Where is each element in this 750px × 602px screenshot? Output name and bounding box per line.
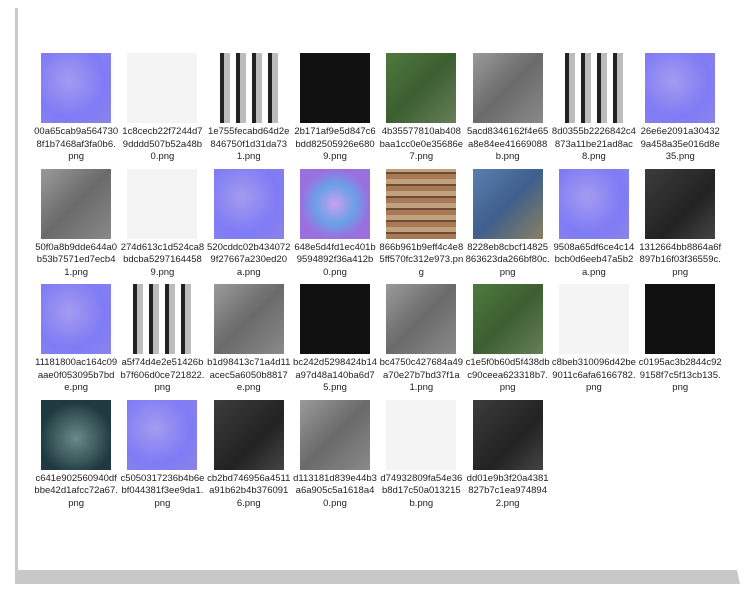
file-name-label: cb2bd746956a4511a91b62b4b3760916.png xyxy=(207,472,291,509)
file-item[interactable]: d74932809fa54e36b8d17c50a013215b.png xyxy=(378,399,464,515)
file-thumbnail[interactable] xyxy=(645,168,716,239)
file-thumbnail[interactable] xyxy=(213,53,284,123)
file-thumbnail[interactable] xyxy=(213,399,284,470)
file-name-label: c1e5f0b60d5f438dbc90ceea623318b7.png xyxy=(465,357,550,393)
file-thumbnail[interactable] xyxy=(300,53,371,123)
file-name-label: c641e902560940dfbbe42d1afcc72a67.png xyxy=(34,472,118,509)
file-thumbnail[interactable] xyxy=(127,168,198,239)
file-item[interactable]: bc4750c427684a49a70e27b7bd37f1a1.png xyxy=(378,283,464,399)
window: 00a65cab9a5647308f1b7468af3fa0b6.png 1c8c… xyxy=(0,0,750,602)
file-name-label: bc4750c427684a49a70e27b7bd37f1a1.png xyxy=(379,357,464,393)
file-item[interactable]: 4b35577810ab408baa1cc0e0e35686e7.png xyxy=(378,52,464,168)
file-item[interactable]: 520cddc02b4340729f27667a230ed20a.png xyxy=(206,168,292,284)
file-thumbnail[interactable] xyxy=(127,53,198,123)
file-thumbnail[interactable] xyxy=(645,284,716,354)
file-name-label: 00a65cab9a5647308f1b7468af3fa0b6.png xyxy=(34,126,119,162)
file-thumbnail[interactable] xyxy=(472,53,543,123)
file-name-label: 50f0a8b9dde644a0b53b7571ed7ecb41.png xyxy=(35,241,118,278)
file-name-label: 1c8cecb22f7244d79dddd507b52a48b0.png xyxy=(122,126,203,162)
file-item[interactable]: cb2bd746956a4511a91b62b4b3760916.png xyxy=(206,399,292,515)
file-thumbnail[interactable] xyxy=(558,53,629,123)
file-item[interactable]: d113181d839e44b3a6a905c5a1618a40.png xyxy=(292,399,378,515)
file-item[interactable]: 11181800ac164c09aae0f053095b7bde.png xyxy=(33,283,119,399)
file-name-label: d74932809fa54e36b8d17c50a013215b.png xyxy=(380,472,463,509)
file-item[interactable]: 1e755fecabd64d2e846750f1d31da731.png xyxy=(206,52,292,168)
file-thumbnail[interactable] xyxy=(127,399,198,470)
file-name-label: 520cddc02b4340729f27667a230ed20a.png xyxy=(207,241,291,278)
file-item[interactable]: c1e5f0b60d5f438dbc90ceea623318b7.png xyxy=(464,283,550,399)
file-item[interactable]: 2b171af9e5d847c6bdd82505926e6809.png xyxy=(292,52,378,168)
file-item[interactable]: 5acd8346162f4e65a8e84ee41669088b.png xyxy=(464,52,550,168)
file-name-label: 4b35577810ab408baa1cc0e0e35686e7.png xyxy=(379,126,464,162)
file-item[interactable]: 8d0355b2226842c4873a11be21ad8ac8.png xyxy=(551,52,637,168)
file-thumbnail[interactable] xyxy=(41,168,112,239)
file-thumbnail[interactable] xyxy=(213,284,284,354)
file-grid: 00a65cab9a5647308f1b7468af3fa0b6.png 1c8c… xyxy=(33,52,723,514)
file-item[interactable]: dd01e9b3f20a4381827b7c1ea9748942.png xyxy=(464,399,550,515)
file-item[interactable]: 26e6e2091a304329a458a35e016d8e35.png xyxy=(637,52,723,168)
file-thumbnail[interactable] xyxy=(558,284,629,354)
file-thumbnail[interactable] xyxy=(41,399,112,470)
file-name-label: c5050317236b4b6ebf044381f3ee9da1.png xyxy=(120,472,205,509)
file-item[interactable]: c8beb310096d42be9011c6afa6166782.png xyxy=(551,283,637,399)
file-thumbnail[interactable] xyxy=(386,399,457,470)
file-item[interactable]: c0195ac3b2844c929158f7c5f13cb135.png xyxy=(637,283,723,399)
file-thumbnail[interactable] xyxy=(472,168,543,239)
file-item[interactable]: b1d98413c71a4d11acec5a6050b8817e.png xyxy=(206,283,292,399)
file-item[interactable]: 1c8cecb22f7244d79dddd507b52a48b0.png xyxy=(119,52,205,168)
file-thumbnail[interactable] xyxy=(300,399,371,470)
file-item[interactable]: 50f0a8b9dde644a0b53b7571ed7ecb41.png xyxy=(33,168,119,284)
file-name-label: 26e6e2091a304329a458a35e016d8e35.png xyxy=(640,126,720,162)
file-thumbnail[interactable] xyxy=(472,399,543,470)
file-item[interactable]: 866b961b9eff4c4e85ff570fc312e973.png xyxy=(378,168,464,284)
file-name-label: 11181800ac164c09aae0f053095b7bde.png xyxy=(35,357,118,393)
file-item[interactable]: c641e902560940dfbbe42d1afcc72a67.png xyxy=(33,399,119,515)
file-item[interactable]: 1312664bb8864a6f897b16f03f36559c.png xyxy=(637,168,723,284)
file-name-label: b1d98413c71a4d11acec5a6050b8817e.png xyxy=(207,357,291,393)
file-item[interactable]: 00a65cab9a5647308f1b7468af3fa0b6.png xyxy=(33,52,119,168)
file-thumbnail[interactable] xyxy=(386,168,457,239)
file-item[interactable]: 8228eb8cbcf14825863623da266bf80c.png xyxy=(464,168,550,284)
file-thumbnail[interactable] xyxy=(41,284,112,354)
file-thumbnail[interactable] xyxy=(645,53,716,123)
file-name-label: 866b961b9eff4c4e85ff570fc312e973.png xyxy=(379,241,464,278)
file-name-label: 648e5d4fd1ec401b9594892f36a412b0.png xyxy=(294,241,376,278)
file-thumbnail[interactable] xyxy=(558,168,629,239)
file-thumbnail[interactable] xyxy=(300,168,371,239)
file-name-label: 9508a65df6ce4c14bcb0d6eeb47a5b2a.png xyxy=(553,241,635,278)
file-name-label: a5f74d4e2e51426bb7f606d0ce721822.png xyxy=(120,357,205,393)
file-item[interactable]: 274d613c1d524ca8bdcba52971644589.png xyxy=(119,168,205,284)
file-name-label: 8d0355b2226842c4873a11be21ad8ac8.png xyxy=(551,126,636,162)
file-name-label: c8beb310096d42be9011c6afa6166782.png xyxy=(551,357,636,393)
file-thumbnail[interactable] xyxy=(386,53,457,123)
file-item[interactable]: 648e5d4fd1ec401b9594892f36a412b0.png xyxy=(292,168,378,284)
file-name-label: 2b171af9e5d847c6bdd82505926e6809.png xyxy=(294,126,376,162)
file-name-label: 1e755fecabd64d2e846750f1d31da731.png xyxy=(208,126,290,162)
file-name-label: dd01e9b3f20a4381827b7c1ea9748942.png xyxy=(466,472,549,509)
file-name-label: bc242d5298424b14a97d48a140ba6d75.png xyxy=(293,357,378,393)
file-name-label: d113181d839e44b3a6a905c5a1618a40.png xyxy=(293,472,377,509)
file-thumbnail[interactable] xyxy=(127,284,198,354)
file-item[interactable]: c5050317236b4b6ebf044381f3ee9da1.png xyxy=(119,399,205,515)
file-name-label: c0195ac3b2844c929158f7c5f13cb135.png xyxy=(638,357,722,393)
file-name-label: 1312664bb8864a6f897b16f03f36559c.png xyxy=(639,241,722,278)
file-thumbnail[interactable] xyxy=(41,53,112,123)
file-thumbnail[interactable] xyxy=(472,284,543,354)
file-name-label: 8228eb8cbcf14825863623da266bf80c.png xyxy=(465,241,550,278)
file-name-label: 5acd8346162f4e65a8e84ee41669088b.png xyxy=(466,126,549,162)
file-thumbnail[interactable] xyxy=(300,284,371,354)
file-item[interactable]: a5f74d4e2e51426bb7f606d0ce721822.png xyxy=(119,283,205,399)
file-thumbnail[interactable] xyxy=(213,168,284,239)
file-name-label: 274d613c1d524ca8bdcba52971644589.png xyxy=(120,241,205,278)
file-thumbnail[interactable] xyxy=(386,284,457,354)
file-item[interactable]: bc242d5298424b14a97d48a140ba6d75.png xyxy=(292,283,378,399)
file-item[interactable]: 9508a65df6ce4c14bcb0d6eeb47a5b2a.png xyxy=(551,168,637,284)
